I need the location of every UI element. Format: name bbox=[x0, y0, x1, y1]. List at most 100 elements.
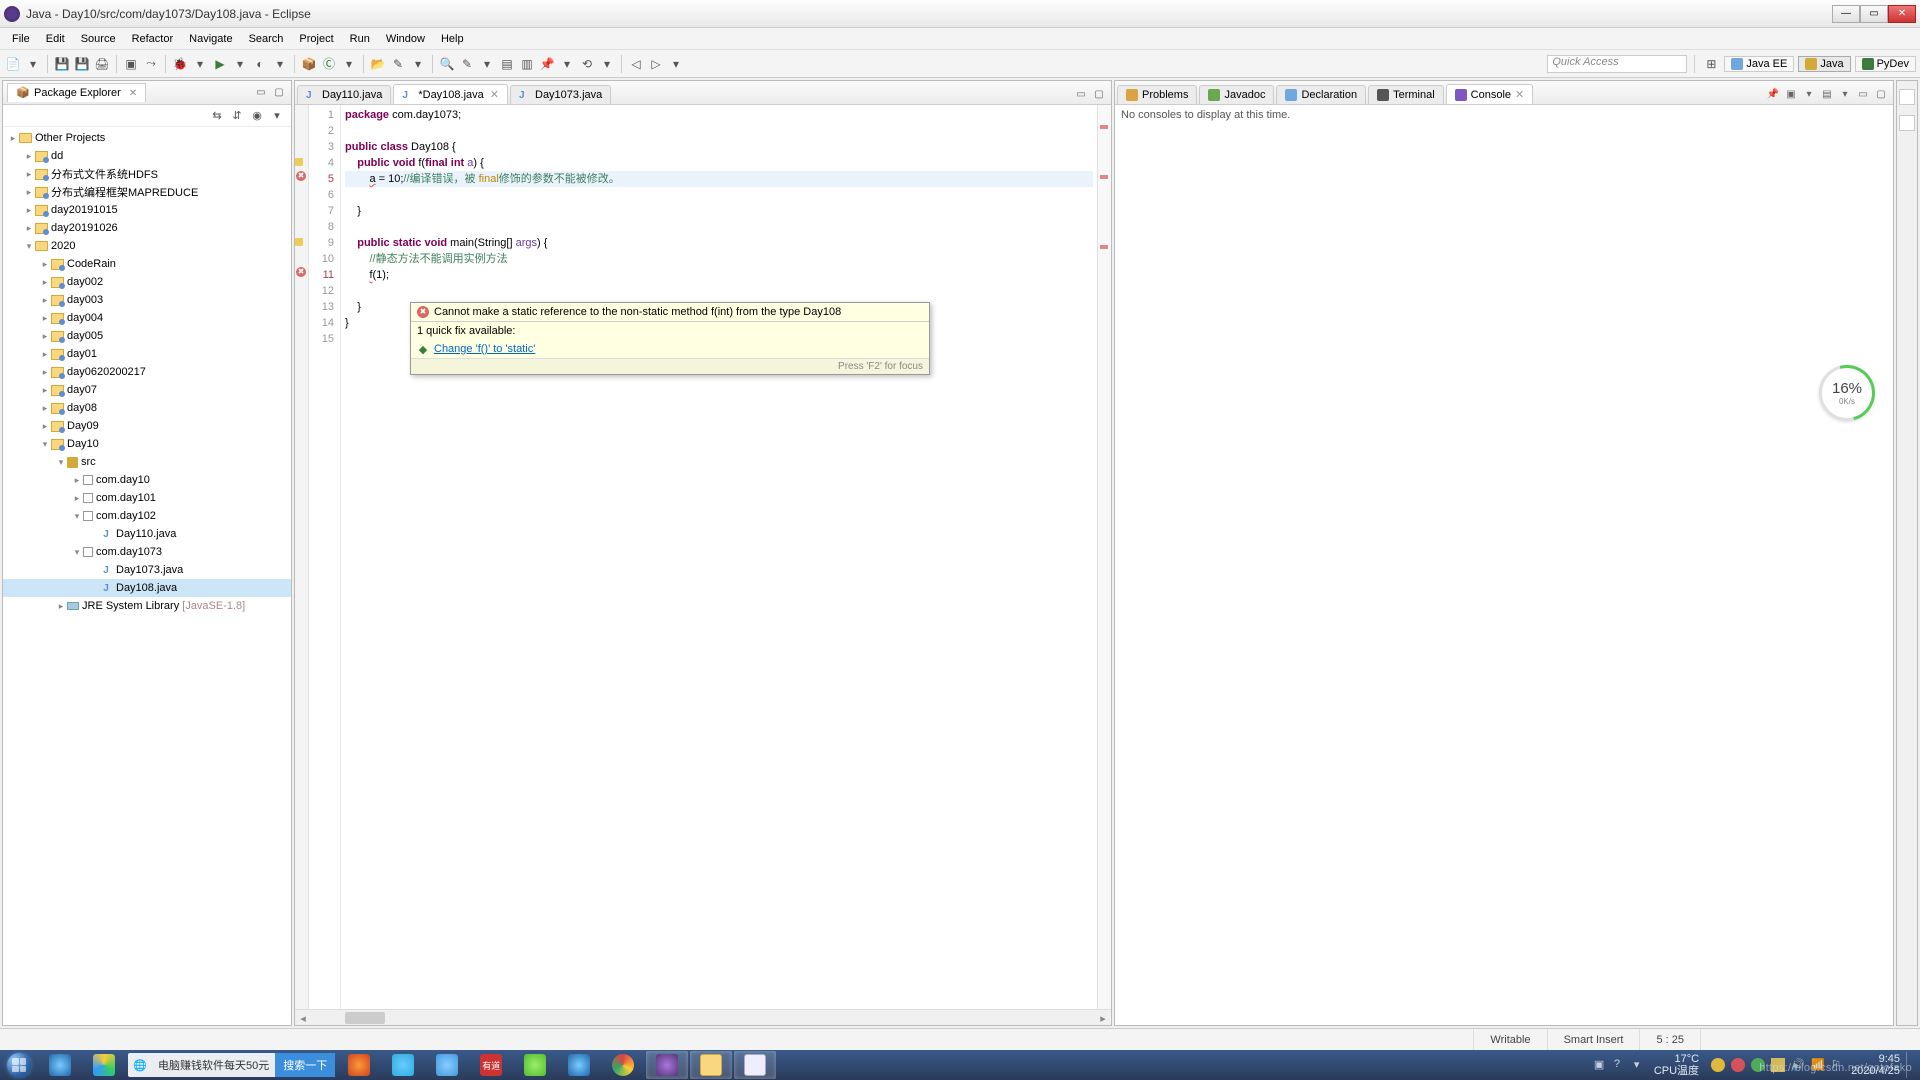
tree-item[interactable]: ▸day005 bbox=[3, 327, 291, 345]
search-button[interactable]: 搜索一下 bbox=[275, 1053, 335, 1077]
tree-item[interactable]: ▾2020 bbox=[3, 237, 291, 255]
line-gutter[interactable]: 123456789101112131415 bbox=[309, 105, 341, 1009]
tree-item[interactable]: Day1073.java bbox=[3, 561, 291, 579]
menu-search[interactable]: Search bbox=[241, 31, 292, 47]
dropdown-icon[interactable]: ▾ bbox=[558, 55, 576, 73]
save-icon[interactable]: 💾 bbox=[53, 55, 71, 73]
close-icon[interactable]: ✕ bbox=[1515, 88, 1524, 101]
error-marker-icon[interactable]: ✖ bbox=[296, 267, 306, 277]
dropdown-icon[interactable]: ▾ bbox=[24, 55, 42, 73]
tree-item[interactable]: ▸day0620200217 bbox=[3, 363, 291, 381]
perspective-java-ee[interactable]: Java EE bbox=[1724, 56, 1794, 72]
tray-chevron-icon[interactable]: ▾ bbox=[1634, 1058, 1648, 1072]
expand-icon[interactable]: ▸ bbox=[23, 187, 35, 198]
tree-item[interactable]: ▸day01 bbox=[3, 345, 291, 363]
expand-icon[interactable]: ▾ bbox=[71, 511, 83, 522]
taskbar-eclipse[interactable] bbox=[646, 1051, 688, 1079]
quick-fix-link[interactable]: Change 'f()' to 'static' bbox=[434, 343, 535, 355]
tree-item[interactable]: ▾com.day102 bbox=[3, 507, 291, 525]
view-tab-console[interactable]: Console ✕ bbox=[1446, 84, 1534, 104]
maximize-editor-icon[interactable]: ▢ bbox=[1091, 86, 1107, 102]
taskbar-360[interactable] bbox=[382, 1051, 424, 1079]
expand-icon[interactable]: ▸ bbox=[23, 205, 35, 216]
expand-icon[interactable]: ▸ bbox=[55, 601, 67, 612]
tree-item[interactable]: ▸Day09 bbox=[3, 417, 291, 435]
editor-tab[interactable]: *Day108.java✕ bbox=[393, 84, 508, 104]
expand-icon[interactable]: ▸ bbox=[39, 277, 51, 288]
scroll-left-icon[interactable]: ◂ bbox=[295, 1010, 311, 1026]
expand-icon[interactable]: ▸ bbox=[23, 223, 35, 234]
run-icon[interactable]: ▶ bbox=[211, 55, 229, 73]
minimize-editor-icon[interactable]: ▭ bbox=[1073, 86, 1089, 102]
tree-item[interactable]: ▸JRE System Library [JavaSE-1.8] bbox=[3, 597, 291, 615]
nav-icon[interactable]: ⟲ bbox=[578, 55, 596, 73]
expand-icon[interactable]: ▾ bbox=[71, 547, 83, 558]
tree-item[interactable]: ▸分布式文件系统HDFS bbox=[3, 165, 291, 183]
menu-navigate[interactable]: Navigate bbox=[181, 31, 240, 47]
close-button[interactable]: ✕ bbox=[1888, 5, 1916, 23]
maximize-view-icon[interactable]: ▢ bbox=[271, 85, 287, 101]
error-marker[interactable] bbox=[1100, 245, 1108, 249]
quick-access-input[interactable]: Quick Access bbox=[1547, 55, 1687, 73]
scroll-right-icon[interactable]: ▸ bbox=[1095, 1010, 1111, 1026]
menu-run[interactable]: Run bbox=[342, 31, 378, 47]
tree-item[interactable]: ▸com.day101 bbox=[3, 489, 291, 507]
tree-item[interactable]: ▾com.day1073 bbox=[3, 543, 291, 561]
menu-help[interactable]: Help bbox=[433, 31, 472, 47]
taskbar-ie[interactable] bbox=[39, 1051, 81, 1079]
view-tab-problems[interactable]: Problems bbox=[1117, 85, 1197, 104]
editor-tab[interactable]: Day110.java bbox=[297, 85, 391, 104]
error-marker-icon[interactable]: ✖ bbox=[296, 171, 306, 181]
tray-temperature[interactable]: 17°C CPU温度 bbox=[1654, 1053, 1699, 1077]
code-editor[interactable]: package com.day1073; public class Day108… bbox=[341, 105, 1097, 1009]
view-tab-javadoc[interactable]: Javadoc bbox=[1199, 85, 1274, 104]
taskbar-firefox[interactable] bbox=[338, 1051, 380, 1079]
tree-item[interactable]: ▾src bbox=[3, 453, 291, 471]
maximize-button[interactable]: ▭ bbox=[1860, 5, 1888, 23]
scroll-thumb[interactable] bbox=[345, 1012, 385, 1024]
expand-icon[interactable]: ▸ bbox=[39, 403, 51, 414]
error-marker[interactable] bbox=[1100, 125, 1108, 129]
debug-icon[interactable]: 🐞 bbox=[171, 55, 189, 73]
overview-ruler[interactable] bbox=[1097, 105, 1111, 1009]
minimize-button[interactable]: — bbox=[1832, 5, 1860, 23]
tree-item[interactable]: ▸dd bbox=[3, 147, 291, 165]
taskbar-ie2[interactable] bbox=[558, 1051, 600, 1079]
taskbar-app[interactable] bbox=[83, 1051, 125, 1079]
terminal-icon[interactable]: ▣ bbox=[122, 55, 140, 73]
error-marker[interactable] bbox=[1100, 175, 1108, 179]
dropdown-icon[interactable]: ▾ bbox=[598, 55, 616, 73]
expand-icon[interactable]: ▸ bbox=[23, 151, 35, 162]
taskbar-youdao[interactable]: 有道 bbox=[470, 1051, 512, 1079]
coverage-icon[interactable]: ◐ bbox=[251, 55, 269, 73]
wizard-icon[interactable]: ✎ bbox=[389, 55, 407, 73]
dropdown-icon[interactable]: ▾ bbox=[478, 55, 496, 73]
dropdown-icon[interactable]: ▾ bbox=[409, 55, 427, 73]
expand-icon[interactable]: ▸ bbox=[39, 421, 51, 432]
minimize-view-icon[interactable]: ▭ bbox=[1855, 86, 1871, 102]
save-all-icon[interactable]: 💾 bbox=[73, 55, 91, 73]
maximize-view-icon[interactable]: ▢ bbox=[1873, 86, 1889, 102]
taskbar-chrome[interactable] bbox=[602, 1051, 644, 1079]
menu-edit[interactable]: Edit bbox=[38, 31, 73, 47]
expand-icon[interactable]: ▸ bbox=[71, 475, 83, 486]
tree-item[interactable]: ▸day07 bbox=[3, 381, 291, 399]
skip-icon[interactable]: ⤳ bbox=[142, 55, 160, 73]
search-icon[interactable]: 🔍 bbox=[438, 55, 456, 73]
menu-refactor[interactable]: Refactor bbox=[124, 31, 182, 47]
expand-icon[interactable]: ▸ bbox=[39, 313, 51, 324]
minimize-view-icon[interactable]: ▭ bbox=[253, 85, 269, 101]
new-class-icon[interactable]: Ⓒ bbox=[320, 55, 338, 73]
expand-icon[interactable]: ▾ bbox=[55, 457, 67, 468]
expand-icon[interactable]: ▸ bbox=[39, 331, 51, 342]
expand-icon[interactable]: ▸ bbox=[39, 367, 51, 378]
task-list-icon[interactable] bbox=[1899, 115, 1915, 131]
tray-icon[interactable] bbox=[1711, 1058, 1725, 1072]
tree-item[interactable]: ▸day20191026 bbox=[3, 219, 291, 237]
dropdown-icon[interactable]: ▾ bbox=[191, 55, 209, 73]
task-icon[interactable]: ▤ bbox=[498, 55, 516, 73]
new-console-icon[interactable]: ▤ bbox=[1819, 86, 1835, 102]
tree-item[interactable]: Day108.java bbox=[3, 579, 291, 597]
expand-icon[interactable]: ▸ bbox=[39, 259, 51, 270]
display-console-icon[interactable]: ▣ bbox=[1783, 86, 1799, 102]
